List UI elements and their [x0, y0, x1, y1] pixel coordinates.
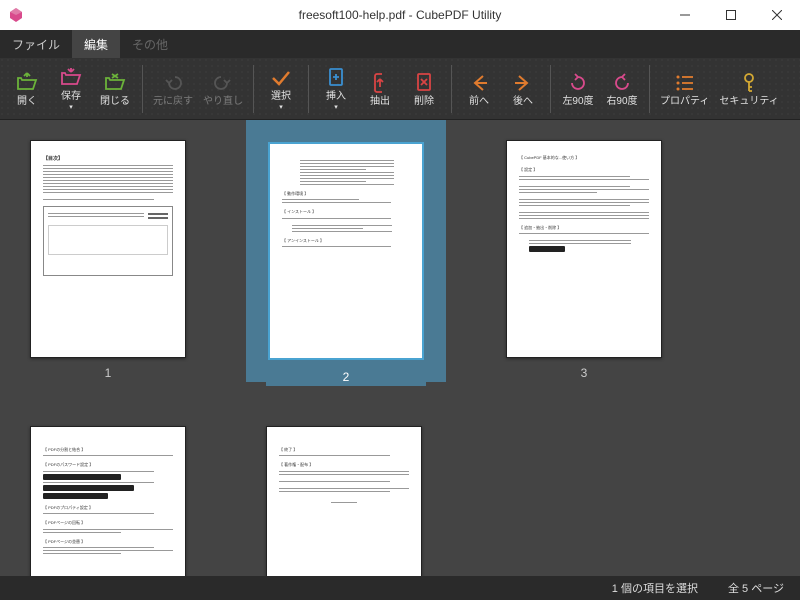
- select-button[interactable]: 選択 ▾: [260, 60, 302, 118]
- page-thumbnail[interactable]: 【 PDFの分割と結合 】 【 PDFのパスワード設定 】 【 PDFのプロパテ…: [30, 426, 186, 576]
- toolbar: 開く 保存 ▾ 閉じる 元に戻す やり直し 選択 ▾ 挿入: [0, 58, 800, 120]
- rotate-right-button[interactable]: 右90度: [601, 60, 643, 118]
- caret-icon: ▾: [334, 103, 338, 111]
- separator: [649, 65, 650, 113]
- page-number: 1: [105, 366, 112, 380]
- app-icon: [8, 7, 24, 23]
- close-file-button[interactable]: 閉じる: [94, 60, 136, 118]
- arrow-left-icon: [467, 71, 491, 95]
- redo-button[interactable]: やり直し: [199, 60, 247, 118]
- window-title: freesoft100-help.pdf - CubePDF Utility: [299, 8, 502, 22]
- close-button[interactable]: [754, 0, 800, 30]
- minimize-button[interactable]: [662, 0, 708, 30]
- check-icon: [269, 66, 293, 90]
- page-preview: 【 PDFの分割と結合 】 【 PDFのパスワード設定 】 【 PDFのプロパテ…: [30, 426, 186, 576]
- separator: [550, 65, 551, 113]
- rotate-left-icon: [566, 71, 590, 95]
- menu-file[interactable]: ファイル: [0, 30, 72, 58]
- delete-button[interactable]: 削除: [403, 60, 445, 118]
- statusbar: 1 個の項目を選択 全 5 ページ: [0, 576, 800, 600]
- security-button[interactable]: セキュリティ: [715, 60, 782, 118]
- menu-other[interactable]: その他: [120, 30, 180, 58]
- prev-button[interactable]: 前へ: [458, 60, 500, 118]
- close-folder-icon: [103, 71, 127, 95]
- separator: [142, 65, 143, 113]
- insert-button[interactable]: 挿入 ▾: [315, 60, 357, 118]
- page-thumbnail[interactable]: 【 終了 】 【 著作権・配布 】 5: [266, 426, 422, 576]
- undo-button[interactable]: 元に戻す: [149, 60, 197, 118]
- redo-icon: [211, 71, 235, 95]
- key-icon: [737, 71, 761, 95]
- open-button[interactable]: 開く: [6, 60, 48, 118]
- properties-button[interactable]: プロパティ: [656, 60, 713, 118]
- separator: [451, 65, 452, 113]
- page-preview: 【 終了 】 【 著作権・配布 】: [266, 426, 422, 576]
- thumbnail-area[interactable]: 【目次】 1 【 動作環境 】 【 インストール 】 【 アンインストール 】: [0, 120, 800, 576]
- delete-page-icon: [412, 71, 436, 95]
- rotate-right-icon: [610, 71, 634, 95]
- menubar: ファイル 編集 その他: [0, 30, 800, 58]
- menu-edit[interactable]: 編集: [72, 30, 120, 58]
- window-controls: [662, 0, 800, 30]
- arrow-right-icon: [511, 71, 535, 95]
- page-number: 3: [581, 366, 588, 380]
- list-icon: [673, 71, 697, 95]
- page-thumbnail[interactable]: 【目次】 1: [30, 140, 186, 386]
- page-preview: 【 動作環境 】 【 インストール 】 【 アンインストール 】: [268, 142, 424, 360]
- open-folder-icon: [15, 71, 39, 95]
- page-thumbnail[interactable]: 【 動作環境 】 【 インストール 】 【 アンインストール 】 2: [266, 140, 426, 386]
- caret-icon: ▾: [69, 103, 73, 111]
- rotate-left-button[interactable]: 左90度: [557, 60, 599, 118]
- separator: [253, 65, 254, 113]
- save-button[interactable]: 保存 ▾: [50, 60, 92, 118]
- page-preview: 【 CubePDF 基本的な...使い方 】 【 設定 】 【 追加・抽出・削除…: [506, 140, 662, 358]
- extract-icon: [368, 71, 392, 95]
- page-preview: 【目次】: [30, 140, 186, 358]
- selection-status: 1 個の項目を選択: [612, 580, 698, 596]
- maximize-button[interactable]: [708, 0, 754, 30]
- titlebar: freesoft100-help.pdf - CubePDF Utility: [0, 0, 800, 30]
- separator: [308, 65, 309, 113]
- caret-icon: ▾: [279, 103, 283, 111]
- undo-icon: [161, 71, 185, 95]
- extract-button[interactable]: 抽出: [359, 60, 401, 118]
- page-number: 2: [343, 370, 350, 384]
- page-count: 全 5 ページ: [728, 580, 784, 596]
- save-icon: [59, 66, 83, 90]
- next-button[interactable]: 後へ: [502, 60, 544, 118]
- insert-page-icon: [324, 66, 348, 90]
- page-thumbnail[interactable]: 【 CubePDF 基本的な...使い方 】 【 設定 】 【 追加・抽出・削除…: [506, 140, 662, 386]
